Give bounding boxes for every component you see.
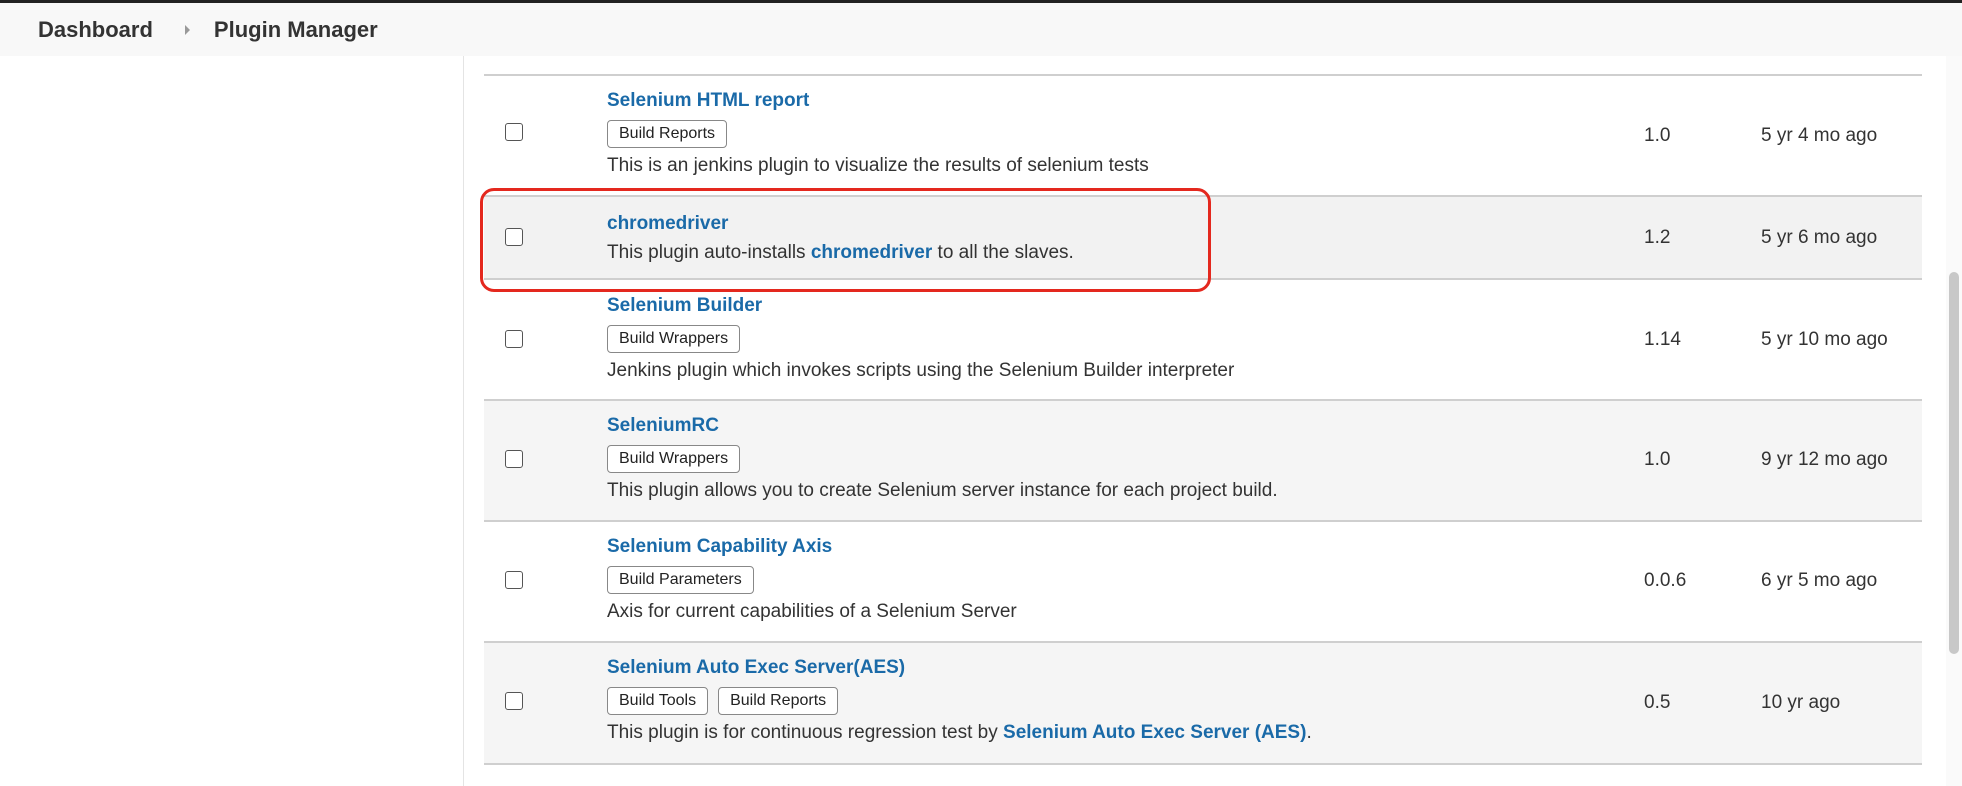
plugin-released: 5 yr 6 mo ago xyxy=(1761,227,1878,248)
description-text: Axis for current capabilities of a Selen… xyxy=(607,601,1017,622)
plugin-version: 1.2 xyxy=(1644,227,1671,248)
plugin-name-link[interactable]: Selenium Builder xyxy=(607,294,1234,318)
table-row: Selenium Builder Build Wrappers Jenkins … xyxy=(484,280,1922,401)
category-tag[interactable]: Build Tools xyxy=(607,687,709,715)
description-text: This plugin auto-installs xyxy=(607,242,811,263)
install-checkbox[interactable] xyxy=(505,450,523,468)
description-link[interactable]: chromedriver xyxy=(811,242,932,263)
description-text: . xyxy=(1306,722,1312,743)
install-checkbox[interactable] xyxy=(505,330,523,348)
breadcrumb-chevron-icon xyxy=(184,24,190,35)
description-link[interactable]: Selenium Auto Exec Server (AES) xyxy=(1003,722,1306,743)
breadcrumb: Dashboard Plugin Manager xyxy=(0,0,1962,56)
table-row: Selenium HTML report Build Reports This … xyxy=(484,76,1922,197)
plugin-name-link[interactable]: Selenium Capability Axis xyxy=(607,535,1017,559)
description-text: This plugin allows you to create Seleniu… xyxy=(607,480,1278,501)
category-tag[interactable]: Build Parameters xyxy=(607,566,754,594)
category-tag[interactable]: Build Wrappers xyxy=(607,325,741,353)
plugin-info: SeleniumRC Build Wrappers This plugin al… xyxy=(607,414,1278,503)
table-row: SeleniumRC Build Wrappers This plugin al… xyxy=(484,401,1922,522)
tag-list: Build Parameters xyxy=(607,566,1017,594)
plugin-version: 0.0.6 xyxy=(1644,570,1687,591)
description-text: to all the slaves. xyxy=(932,242,1074,263)
plugin-released: 9 yr 12 mo ago xyxy=(1761,449,1888,470)
scrollbar-thumb[interactable] xyxy=(1949,272,1959,654)
plugin-info: Selenium Builder Build Wrappers Jenkins … xyxy=(607,294,1234,383)
tag-list: Build Wrappers xyxy=(607,325,1234,353)
tag-list: Build Tools Build Reports xyxy=(607,687,1312,715)
plugin-released: 5 yr 4 mo ago xyxy=(1761,125,1878,146)
plugin-version: 1.0 xyxy=(1644,449,1671,470)
tag-list: Build Wrappers xyxy=(607,445,1278,473)
plugin-table: Selenium HTML report Build Reports This … xyxy=(484,56,1922,765)
plugin-version: 1.0 xyxy=(1644,125,1671,146)
install-checkbox[interactable] xyxy=(505,571,523,589)
plugin-released: 5 yr 10 mo ago xyxy=(1761,329,1888,350)
breadcrumb-dashboard[interactable]: Dashboard xyxy=(38,17,153,43)
category-tag[interactable]: Build Reports xyxy=(607,120,728,148)
table-row: Selenium Capability Axis Build Parameter… xyxy=(484,522,1922,643)
plugin-info: Selenium Capability Axis Build Parameter… xyxy=(607,535,1017,624)
side-panel xyxy=(0,56,463,786)
plugin-description: This plugin auto-installs chromedriver t… xyxy=(607,241,1074,265)
plugin-version: 0.5 xyxy=(1644,692,1671,713)
plugin-description: This plugin allows you to create Seleniu… xyxy=(607,479,1278,503)
plugin-name-link[interactable]: Selenium HTML report xyxy=(607,89,1149,113)
install-checkbox[interactable] xyxy=(505,692,523,710)
table-top-edge xyxy=(484,56,1922,76)
description-text: Jenkins plugin which invokes scripts usi… xyxy=(607,360,1235,381)
category-tag[interactable]: Build Reports xyxy=(718,687,839,715)
install-checkbox[interactable] xyxy=(505,228,523,246)
table-row: Selenium Auto Exec Server(AES) Build Too… xyxy=(484,643,1922,765)
plugin-description: Jenkins plugin which invokes scripts usi… xyxy=(607,359,1234,383)
description-text: This plugin is for continuous regression… xyxy=(607,722,1004,743)
plugin-name-link[interactable]: SeleniumRC xyxy=(607,414,1278,438)
plugin-description: This is an jenkins plugin to visualize t… xyxy=(607,154,1149,178)
install-checkbox[interactable] xyxy=(505,123,523,141)
plugin-name-link[interactable]: chromedriver xyxy=(607,212,1074,236)
plugin-info: Selenium Auto Exec Server(AES) Build Too… xyxy=(607,656,1312,745)
plugin-version: 1.14 xyxy=(1644,329,1681,350)
plugin-released: 10 yr ago xyxy=(1761,692,1841,713)
plugin-info: chromedriver This plugin auto-installs c… xyxy=(607,212,1074,265)
plugin-released: 6 yr 5 mo ago xyxy=(1761,570,1878,591)
plugin-description: This plugin is for continuous regression… xyxy=(607,721,1312,745)
panel-divider xyxy=(463,56,464,786)
tag-list: Build Reports xyxy=(607,120,1149,148)
table-row: chromedriver This plugin auto-installs c… xyxy=(484,197,1922,280)
description-text: This is an jenkins plugin to visualize t… xyxy=(607,155,1149,176)
category-tag[interactable]: Build Wrappers xyxy=(607,445,741,473)
plugin-info: Selenium HTML report Build Reports This … xyxy=(607,89,1149,178)
plugin-name-link[interactable]: Selenium Auto Exec Server(AES) xyxy=(607,656,1312,680)
plugin-description: Axis for current capabilities of a Selen… xyxy=(607,600,1017,624)
breadcrumb-plugin-manager[interactable]: Plugin Manager xyxy=(214,17,378,43)
